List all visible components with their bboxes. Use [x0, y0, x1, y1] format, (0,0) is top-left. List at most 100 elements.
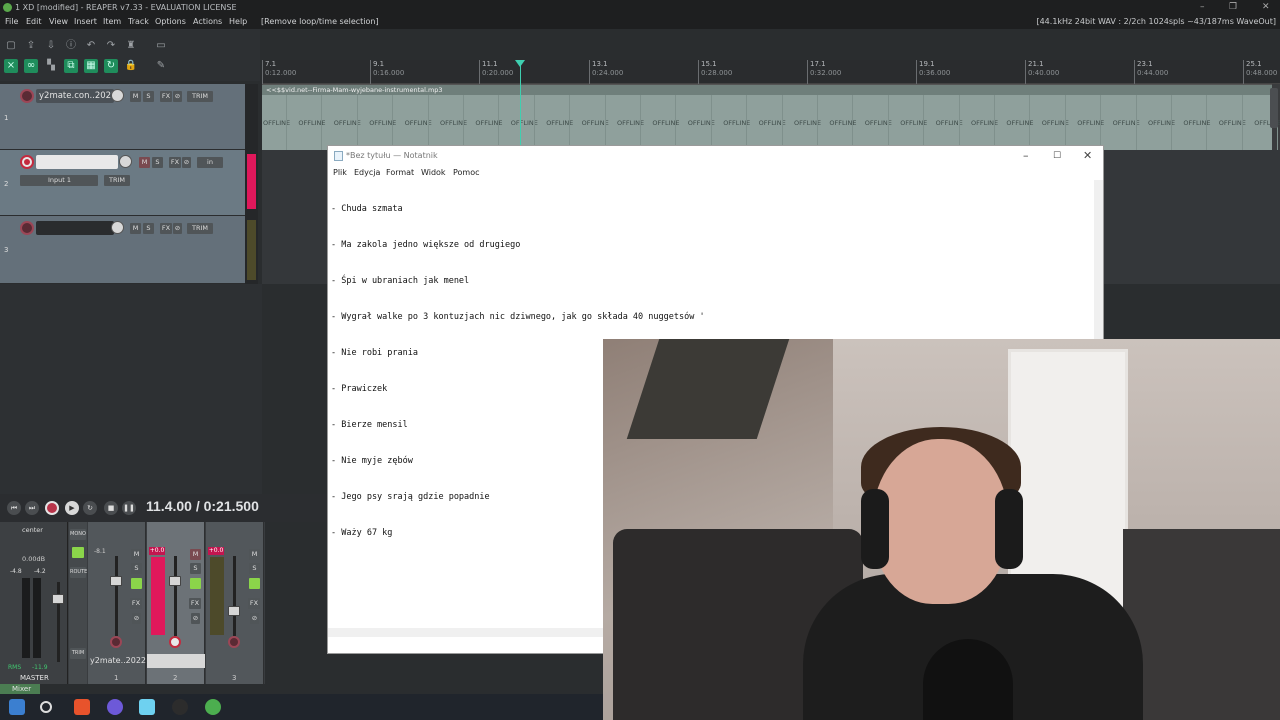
mixer-strip-2[interactable]: +0.0 M S FX ⊘ 2 [147, 522, 205, 684]
mute-button[interactable]: M [130, 223, 141, 234]
menu-insert[interactable]: Insert [74, 15, 97, 29]
track-2[interactable]: 2 M S FX ⊘ in Input 1 TRIM [0, 150, 245, 216]
notepad-taskbar-icon[interactable] [139, 699, 155, 715]
menu-track[interactable]: Track [128, 15, 149, 29]
record-arm-button[interactable] [20, 221, 34, 235]
notepad-menu-pomoc[interactable]: Pomoc [453, 166, 480, 180]
master-fx-icon[interactable] [72, 547, 84, 558]
envelope-tool-icon[interactable]: ✎ [154, 59, 168, 73]
track-name[interactable]: y2mate.con..2022 [36, 89, 117, 103]
close-button[interactable]: ✕ [1262, 0, 1270, 15]
notepad-minimize-button[interactable]: – [1023, 146, 1029, 166]
strip-name-box[interactable] [147, 654, 205, 668]
pan-knob[interactable] [147, 522, 158, 533]
lock-icon[interactable]: 🔒 [124, 59, 138, 73]
mute-button[interactable]: M [249, 549, 260, 560]
solo-button[interactable]: S [152, 157, 163, 168]
trim-button[interactable]: TRIM [187, 223, 213, 234]
project-settings-icon[interactable]: ⓘ [64, 39, 78, 53]
mute-button[interactable]: M [190, 549, 201, 560]
notepad-menu-edycja[interactable]: Edycja [354, 166, 380, 180]
master-fader[interactable] [52, 594, 64, 604]
track-1[interactable]: 1 y2mate.con..2022 M S FX ⊘ TRIM [0, 84, 245, 150]
open-project-icon[interactable]: ⇪ [24, 39, 38, 53]
pan-knob[interactable] [206, 522, 217, 533]
input-monitor-button[interactable]: in [197, 157, 223, 168]
search-icon[interactable] [40, 701, 52, 713]
brave-icon[interactable] [74, 699, 90, 715]
solo-button[interactable]: S [131, 563, 142, 574]
record-arm-button[interactable] [110, 636, 122, 648]
volume-knob[interactable] [111, 221, 124, 234]
arrange-scrollbar[interactable] [1270, 88, 1278, 128]
track-name[interactable] [36, 221, 114, 235]
track-3[interactable]: 3 M S FX ⊘ TRIM [0, 216, 245, 284]
trim-button[interactable]: TRIM [104, 175, 130, 186]
fx-button[interactable]: FX [169, 157, 181, 168]
metronome-icon[interactable]: ♜ [124, 39, 138, 53]
mixer-tab[interactable]: Mixer [0, 684, 40, 694]
notepad-menu-widok[interactable]: Widok [421, 166, 446, 180]
fx-button[interactable]: FX [160, 223, 172, 234]
trim-button[interactable]: TRIM [187, 91, 213, 102]
stop-icon[interactable]: ■ [104, 501, 118, 515]
master-trim-button[interactable]: TRIM [70, 648, 86, 659]
new-project-icon[interactable]: ▢ [4, 39, 18, 53]
timecode-display[interactable]: 11.4.00 / 0:21.500 [146, 498, 259, 514]
mute-button[interactable]: M [131, 549, 142, 560]
volume-knob[interactable] [119, 155, 132, 168]
item-grouping-icon[interactable]: ▚ [44, 59, 58, 73]
menu-edit[interactable]: Edit [26, 15, 42, 29]
volume-fader[interactable] [169, 576, 181, 586]
volume-fader[interactable] [110, 576, 122, 586]
mute-button[interactable]: M [130, 91, 141, 102]
playhead-marker-icon[interactable] [515, 60, 525, 67]
phase-button[interactable]: ⊘ [173, 91, 182, 102]
fx-button[interactable]: FX [248, 598, 260, 609]
volume-knob[interactable] [111, 89, 124, 102]
notepad-menu-format[interactable]: Format [386, 166, 414, 180]
input-select[interactable]: Input 1 [20, 175, 98, 186]
menu-help[interactable]: Help [229, 15, 247, 29]
fx-button[interactable]: FX [130, 598, 142, 609]
loop-icon[interactable]: ↻ [104, 59, 118, 73]
fx-bypass-icon[interactable] [131, 578, 142, 589]
reaper-taskbar-icon[interactable] [172, 699, 188, 715]
pan-knob[interactable] [88, 522, 99, 533]
mixer-strip-1[interactable]: -8.1 M S FX ⊘ y2mate..2022 1 [88, 522, 146, 684]
phase-button[interactable]: ⊘ [191, 613, 200, 624]
fx-button[interactable]: FX [160, 91, 172, 102]
phase-button[interactable]: ⊘ [250, 613, 259, 624]
timeline-ruler[interactable]: 7.1 0:12.000 9.1 0:16.000 11.1 0:20.000 13.… [262, 60, 1280, 84]
fx-bypass-icon[interactable] [249, 578, 260, 589]
go-to-end-icon[interactable]: ⏭ [25, 501, 39, 515]
go-to-start-icon[interactable]: ⏮ [7, 501, 21, 515]
solo-button[interactable]: S [190, 563, 201, 574]
pause-icon[interactable]: ❚❚ [122, 501, 136, 515]
menu-item[interactable]: Item [103, 15, 121, 29]
phase-button[interactable]: ⊘ [132, 613, 141, 624]
minimize-button[interactable]: – [1200, 0, 1205, 15]
menu-file[interactable]: File [5, 15, 18, 29]
notepad-close-button[interactable]: ✕ [1083, 146, 1092, 166]
repeat-icon[interactable]: ↻ [83, 501, 97, 515]
volume-fader[interactable] [228, 606, 240, 616]
notepad-menu-plik[interactable]: Plik [333, 166, 347, 180]
app-icon[interactable] [107, 699, 123, 715]
menu-remove-loop[interactable]: [Remove loop/time selection] [261, 15, 379, 29]
record-icon[interactable] [45, 501, 59, 515]
menu-view[interactable]: View [49, 15, 68, 29]
windows-start-icon[interactable] [9, 699, 25, 715]
phase-button[interactable]: ⊘ [182, 157, 191, 168]
grid-icon[interactable]: ▦ [84, 59, 98, 73]
strip-name[interactable]: y2mate..2022 [90, 656, 146, 665]
master-pan-knob[interactable] [0, 522, 11, 533]
play-icon[interactable]: ▶ [65, 501, 79, 515]
record-arm-button[interactable] [169, 636, 181, 648]
redo-icon[interactable]: ↷ [104, 39, 118, 53]
media-item[interactable]: <<$$vid.net--Firma-Mam-wyjebane-instrume… [262, 84, 1280, 151]
solo-button[interactable]: S [143, 91, 154, 102]
chrome-icon[interactable] [205, 699, 221, 715]
mute-button[interactable]: M [139, 157, 150, 168]
record-arm-button[interactable] [20, 155, 34, 169]
